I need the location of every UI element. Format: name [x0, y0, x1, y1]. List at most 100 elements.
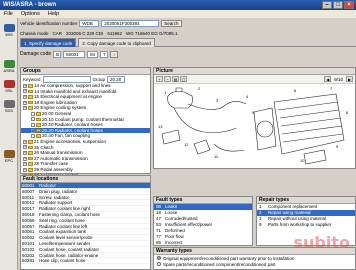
callout-label[interactable]: 7: [330, 86, 333, 91]
damage-code-prefix[interactable]: B: [53, 50, 62, 58]
folder-icon: [28, 167, 33, 172]
picture-toolbar: + − ▤ ▢ ◀ 9/10 ▶: [154, 75, 355, 84]
tab-specify-damage-code[interactable]: 1. Specify damage code: [20, 38, 77, 47]
vin-input[interactable]: 2030061F300284: [101, 20, 160, 27]
fault-types-panel: Fault types 08 Leaks 18 Loose 47 Corroded/rus…: [153, 196, 253, 246]
warranty-radio[interactable]: Spare parts/reconditioned component/reco…: [154, 261, 355, 267]
arrow-right-icon[interactable]: ›: [110, 50, 119, 58]
expand-toggle-icon[interactable]: +: [23, 167, 27, 172]
callout-label[interactable]: 10: [300, 158, 305, 163]
menu-options[interactable]: Options: [21, 11, 40, 17]
list-item[interactable]: 9 Parts from workshop to supplier: [257, 222, 355, 228]
list-item[interactable]: 86 Incorrect: [154, 240, 252, 246]
sds-icon: [3, 100, 15, 108]
callout-label[interactable]: 13: [158, 124, 163, 129]
callout-label[interactable]: 1: [164, 90, 167, 95]
callout-label[interactable]: 6: [294, 88, 297, 93]
damage-code-row: Damage code B 50001 84 7 ›: [20, 49, 150, 59]
zoom-out-icon[interactable]: −: [164, 76, 171, 82]
fault-code: 50101: [22, 240, 35, 246]
fault-code: 50062: [22, 235, 35, 241]
callout-label[interactable]: 8: [346, 110, 349, 115]
sidebar-item-wis[interactable]: WIS: [1, 24, 17, 37]
expand-toggle-icon[interactable]: +: [23, 106, 27, 111]
fault-code: 50017: [22, 206, 35, 212]
damage-code-part3[interactable]: 7: [100, 50, 109, 58]
fault-code: 50012: [22, 200, 35, 206]
table-row[interactable]: 50281 Hose clip, coolant hose: [21, 258, 150, 265]
fault-description: Screw, radiator: [39, 194, 70, 200]
expand-toggle-icon[interactable]: [31, 111, 35, 116]
keyword-input[interactable]: [42, 75, 91, 83]
sidebar-item-epc[interactable]: EPC: [1, 150, 17, 163]
expand-toggle-icon[interactable]: [31, 134, 35, 139]
module-sidebar: WIS ASRA SSL SDS EPC: [0, 18, 18, 270]
callout-label[interactable]: 11: [214, 154, 219, 159]
expand-toggle-icon[interactable]: +: [23, 100, 27, 105]
radio-icon[interactable]: [157, 256, 161, 260]
picture-page-indicator: 9/10: [334, 76, 343, 82]
expand-toggle-icon[interactable]: +: [23, 83, 27, 88]
wis-icon: [3, 24, 15, 32]
tab-copy-damage-code[interactable]: 2. Copy damage code to clipboard: [78, 38, 155, 47]
ssl-icon: [3, 80, 15, 88]
expand-toggle-icon[interactable]: [31, 122, 35, 127]
keyword-label: Keyword: [23, 76, 41, 82]
group-input[interactable]: 20.20: [107, 75, 126, 83]
sidebar-item-ssl[interactable]: SSL: [1, 80, 17, 93]
menu-help[interactable]: Help: [48, 11, 59, 17]
maximize-icon[interactable]: □: [333, 1, 343, 9]
folder-icon: [36, 123, 41, 127]
list-item-label: Corroded/rusted: [165, 216, 198, 221]
next-page-icon[interactable]: ▶: [346, 76, 353, 82]
sidebar-item-asra[interactable]: ASRA: [1, 60, 17, 73]
fault-description: Drain plug, radiator: [39, 188, 78, 194]
fault-description: Coolant level sensor/probe: [39, 235, 93, 241]
expand-toggle-icon[interactable]: [31, 117, 35, 122]
fault-code: 50018: [22, 211, 35, 217]
fault-locations-header: Fault locations: [21, 176, 150, 183]
folder-icon: [28, 156, 33, 161]
minimize-icon[interactable]: –: [322, 1, 332, 9]
fit-icon[interactable]: ▢: [180, 76, 187, 82]
print-icon[interactable]: ▤: [172, 76, 179, 82]
list-item-code: 86: [156, 240, 162, 245]
callout-label[interactable]: 2: [198, 86, 201, 91]
warranty-options: Original equipment/reconditioned part wa…: [154, 255, 355, 267]
callout-label[interactable]: 9: [336, 144, 339, 149]
vin-model-field[interactable]: WDB: [79, 20, 100, 27]
close-icon[interactable]: ×: [344, 1, 354, 9]
folder-icon: [28, 95, 33, 99]
expand-toggle-icon[interactable]: +: [23, 139, 27, 144]
vin-search-button[interactable]: Search: [161, 20, 182, 27]
folder-icon: [28, 89, 33, 94]
expand-toggle-icon[interactable]: [31, 128, 35, 133]
repair-types-header: Repair types: [257, 197, 355, 204]
groups-panel: Groups Keyword Group 20.20 +14 Air compr…: [20, 67, 151, 183]
title-bar: WIS/ASRA - brown – □ ×: [0, 0, 356, 10]
asra-icon: [3, 60, 15, 68]
sidebar-item-sds[interactable]: SDS: [1, 100, 17, 113]
vin-row: Vehicle identification number WDB 203006…: [20, 19, 356, 28]
callout-label[interactable]: 12: [184, 142, 189, 147]
engine-code: WG 716640 EG G/7095.1: [126, 30, 178, 36]
menu-file[interactable]: File: [4, 11, 13, 17]
folder-icon: [28, 162, 33, 166]
callout-label[interactable]: 5: [252, 110, 255, 115]
fault-code: 50061: [22, 229, 35, 235]
expand-toggle-icon[interactable]: +: [23, 162, 27, 167]
damage-code-part2[interactable]: 84: [87, 50, 99, 58]
expand-toggle-icon[interactable]: +: [23, 94, 27, 99]
zoom-in-icon[interactable]: +: [156, 76, 163, 82]
expand-toggle-icon[interactable]: +: [23, 145, 27, 150]
expand-toggle-icon[interactable]: +: [23, 89, 27, 94]
radio-icon[interactable]: [157, 262, 161, 266]
callout-label[interactable]: 4: [246, 94, 249, 99]
expand-toggle-icon[interactable]: +: [23, 150, 27, 155]
prev-page-icon[interactable]: ◀: [324, 76, 332, 82]
folder-icon: [28, 106, 33, 110]
fault-description: Coolant expansion tank: [39, 229, 87, 235]
callout-label[interactable]: 3: [216, 98, 219, 103]
damage-code-input[interactable]: 50001: [63, 50, 86, 58]
expand-toggle-icon[interactable]: +: [23, 156, 27, 161]
